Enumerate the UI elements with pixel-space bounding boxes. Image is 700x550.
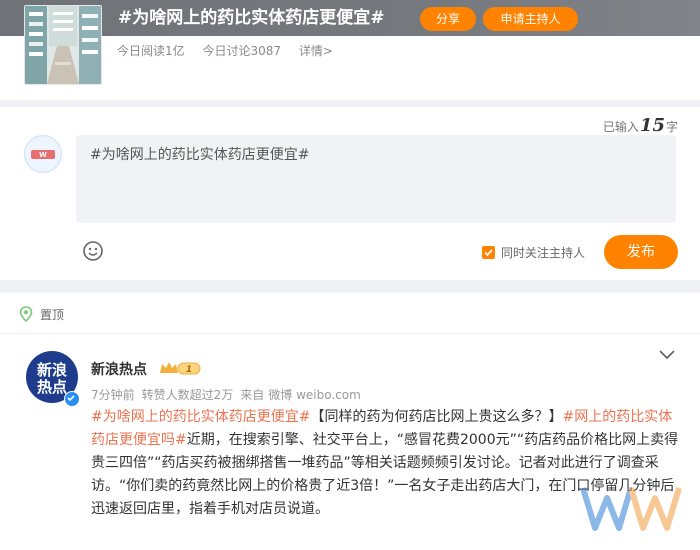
char-count-prefix: 已输入 xyxy=(602,120,639,134)
vip-crown-icon[interactable]: 1 xyxy=(159,360,201,376)
pin-icon xyxy=(19,306,33,323)
share-button[interactable]: 分享 xyxy=(420,7,476,31)
chevron-down-icon[interactable] xyxy=(658,349,676,361)
char-count-suffix: 字 xyxy=(665,120,678,134)
svg-text:W: W xyxy=(39,151,47,159)
avatar-text-line1: 新浪 xyxy=(37,361,67,379)
topic-stats: 今日阅读1亿 今日讨论3087 详情> xyxy=(117,42,347,59)
reads-today: 今日阅读1亿 xyxy=(117,44,185,58)
divider xyxy=(0,333,700,334)
char-count: 已输入15字 xyxy=(603,115,678,136)
follow-host-checkbox[interactable] xyxy=(482,246,495,259)
repost-count: 转赞人数超过2万 xyxy=(141,388,234,402)
avatar-text-line2: 热点 xyxy=(37,378,67,396)
apply-host-button[interactable]: 申请主持人 xyxy=(483,7,578,31)
source-name[interactable]: 微博 weibo.com xyxy=(268,388,361,402)
char-count-number: 15 xyxy=(639,115,665,136)
post-meta: 7分钟前 转赞人数超过2万 来自 微博 weibo.com xyxy=(91,386,368,403)
follow-host-option[interactable]: 同时关注主持人 xyxy=(482,244,585,261)
post-time[interactable]: 7分钟前 xyxy=(91,388,135,402)
emoji-icon[interactable] xyxy=(82,240,104,262)
vip-level: 1 xyxy=(186,365,192,375)
follow-host-label: 同时关注主持人 xyxy=(501,246,586,260)
topic-title: #为啥网上的药比实体药店更便宜# xyxy=(118,8,385,28)
publish-button[interactable]: 发布 xyxy=(604,235,678,269)
topic-thumbnail[interactable] xyxy=(24,5,102,85)
pinned-label: 置顶 xyxy=(18,306,64,323)
source-prefix: 来自 xyxy=(240,388,265,402)
pinned-text: 置顶 xyxy=(40,308,65,322)
topic-header: #为啥网上的药比实体药店更便宜# 分享 申请主持人 今日阅读1亿 今日讨论308… xyxy=(0,0,700,100)
post-author-name[interactable]: 新浪热点 xyxy=(91,359,147,379)
user-avatar[interactable]: W xyxy=(24,135,62,173)
feed: 置顶 新浪 热点 新浪热点 1 7分钟前 转赞人数超过2万 来自 微博 weibo.c… xyxy=(0,293,700,550)
post-body: #为啥网上的药比实体药店更便宜#【同样的药为何药店比网上贵这么多？】#网上的药比… xyxy=(91,406,681,521)
post-input[interactable]: #为啥网上的药比实体药店更便宜# xyxy=(76,135,676,223)
post-text-segment: 【同样的药为何药店比网上贵这么多？】 xyxy=(310,409,563,425)
hashtag-link[interactable]: #为啥网上的药比实体药店更便宜# xyxy=(91,409,310,425)
post-composer: 已输入15字 W #为啥网上的药比实体药店更便宜# 同时关注主持人 发布 xyxy=(0,107,700,280)
verified-badge-icon xyxy=(64,391,80,407)
detail-link[interactable]: 详情> xyxy=(299,44,333,58)
discussions-today: 今日讨论3087 xyxy=(202,44,282,58)
